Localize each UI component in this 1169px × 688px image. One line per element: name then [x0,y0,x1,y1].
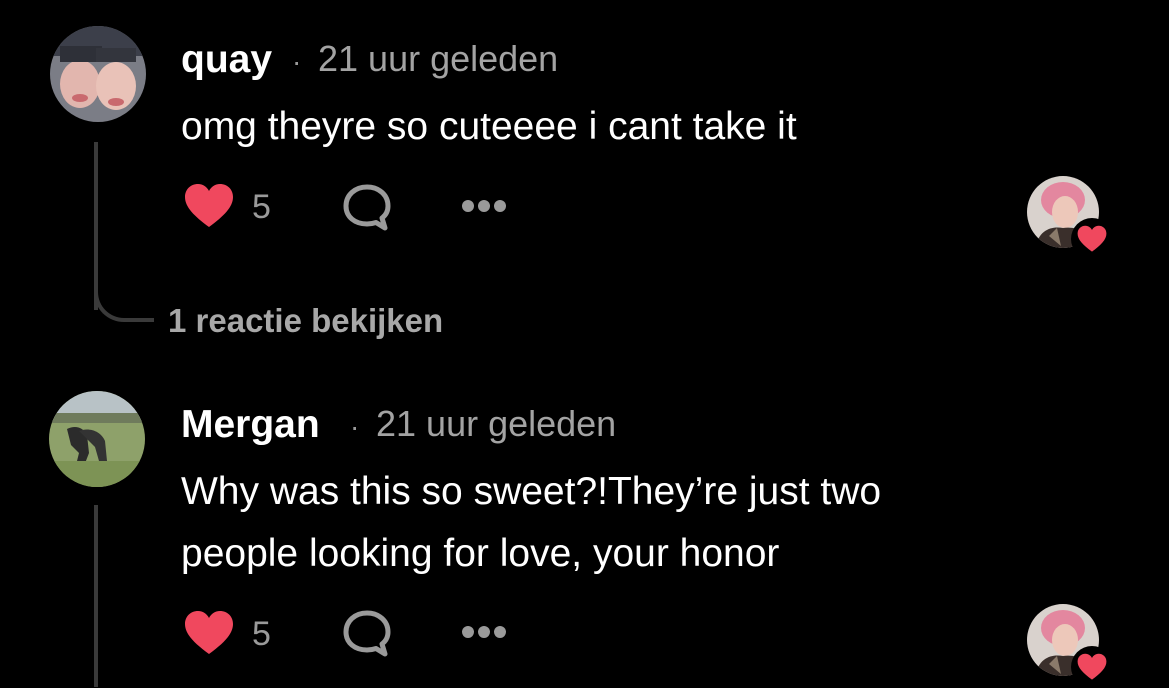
thread-line [94,505,98,687]
timestamp: 21 uur geleden [318,38,559,79]
speech-bubble-icon [343,184,391,231]
separator-dot: · [350,411,360,442]
like-button[interactable] [184,610,234,661]
avatar[interactable] [49,391,145,487]
heart-icon [185,184,233,227]
like-count: 5 [252,615,271,653]
creator-heart-badge-icon [1071,646,1113,688]
reply-button[interactable] [341,608,393,663]
avatar[interactable] [50,26,146,122]
username[interactable]: Mergan [181,403,320,447]
creator-liked-badge [1027,604,1113,688]
creator-liked-badge [1027,176,1113,260]
view-replies-link[interactable]: 1 reactie bekijken [168,302,443,340]
ellipsis-icon [462,626,506,638]
like-count: 5 [252,188,271,226]
ellipsis-icon [462,200,506,212]
comment-text: omg theyre so cuteeee i cant take it [181,105,797,148]
more-options-button[interactable] [460,198,508,219]
like-button[interactable] [184,183,234,234]
reply-button[interactable] [341,182,393,237]
thread-curve [94,280,154,322]
comment-text: people looking for love, your honor [181,532,780,575]
timestamp: 21 uur geleden [376,403,617,444]
comment-text: Why was this so sweet?!They’re just two [181,470,882,513]
speech-bubble-icon [343,610,391,657]
heart-icon [185,611,233,654]
more-options-button[interactable] [460,624,508,645]
username[interactable]: quay [181,38,272,82]
creator-heart-badge-icon [1071,218,1113,260]
separator-dot: · [292,46,302,77]
